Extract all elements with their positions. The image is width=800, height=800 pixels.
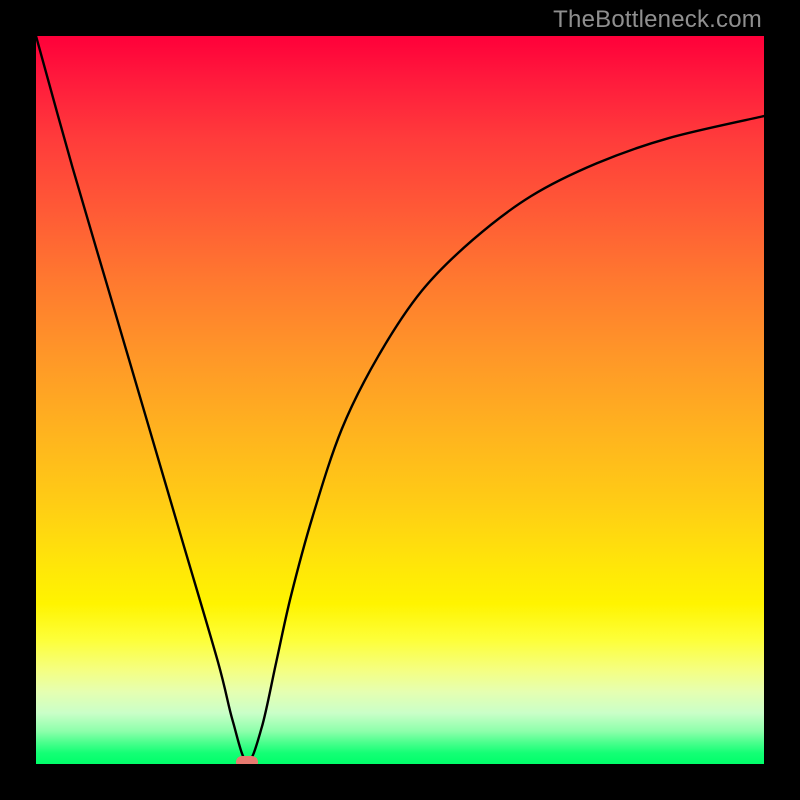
- background-gradient: [36, 36, 764, 764]
- plot-area: [36, 36, 764, 764]
- chart-frame: TheBottleneck.com: [0, 0, 800, 800]
- minimum-marker: [236, 756, 258, 764]
- attribution-text: TheBottleneck.com: [553, 6, 762, 34]
